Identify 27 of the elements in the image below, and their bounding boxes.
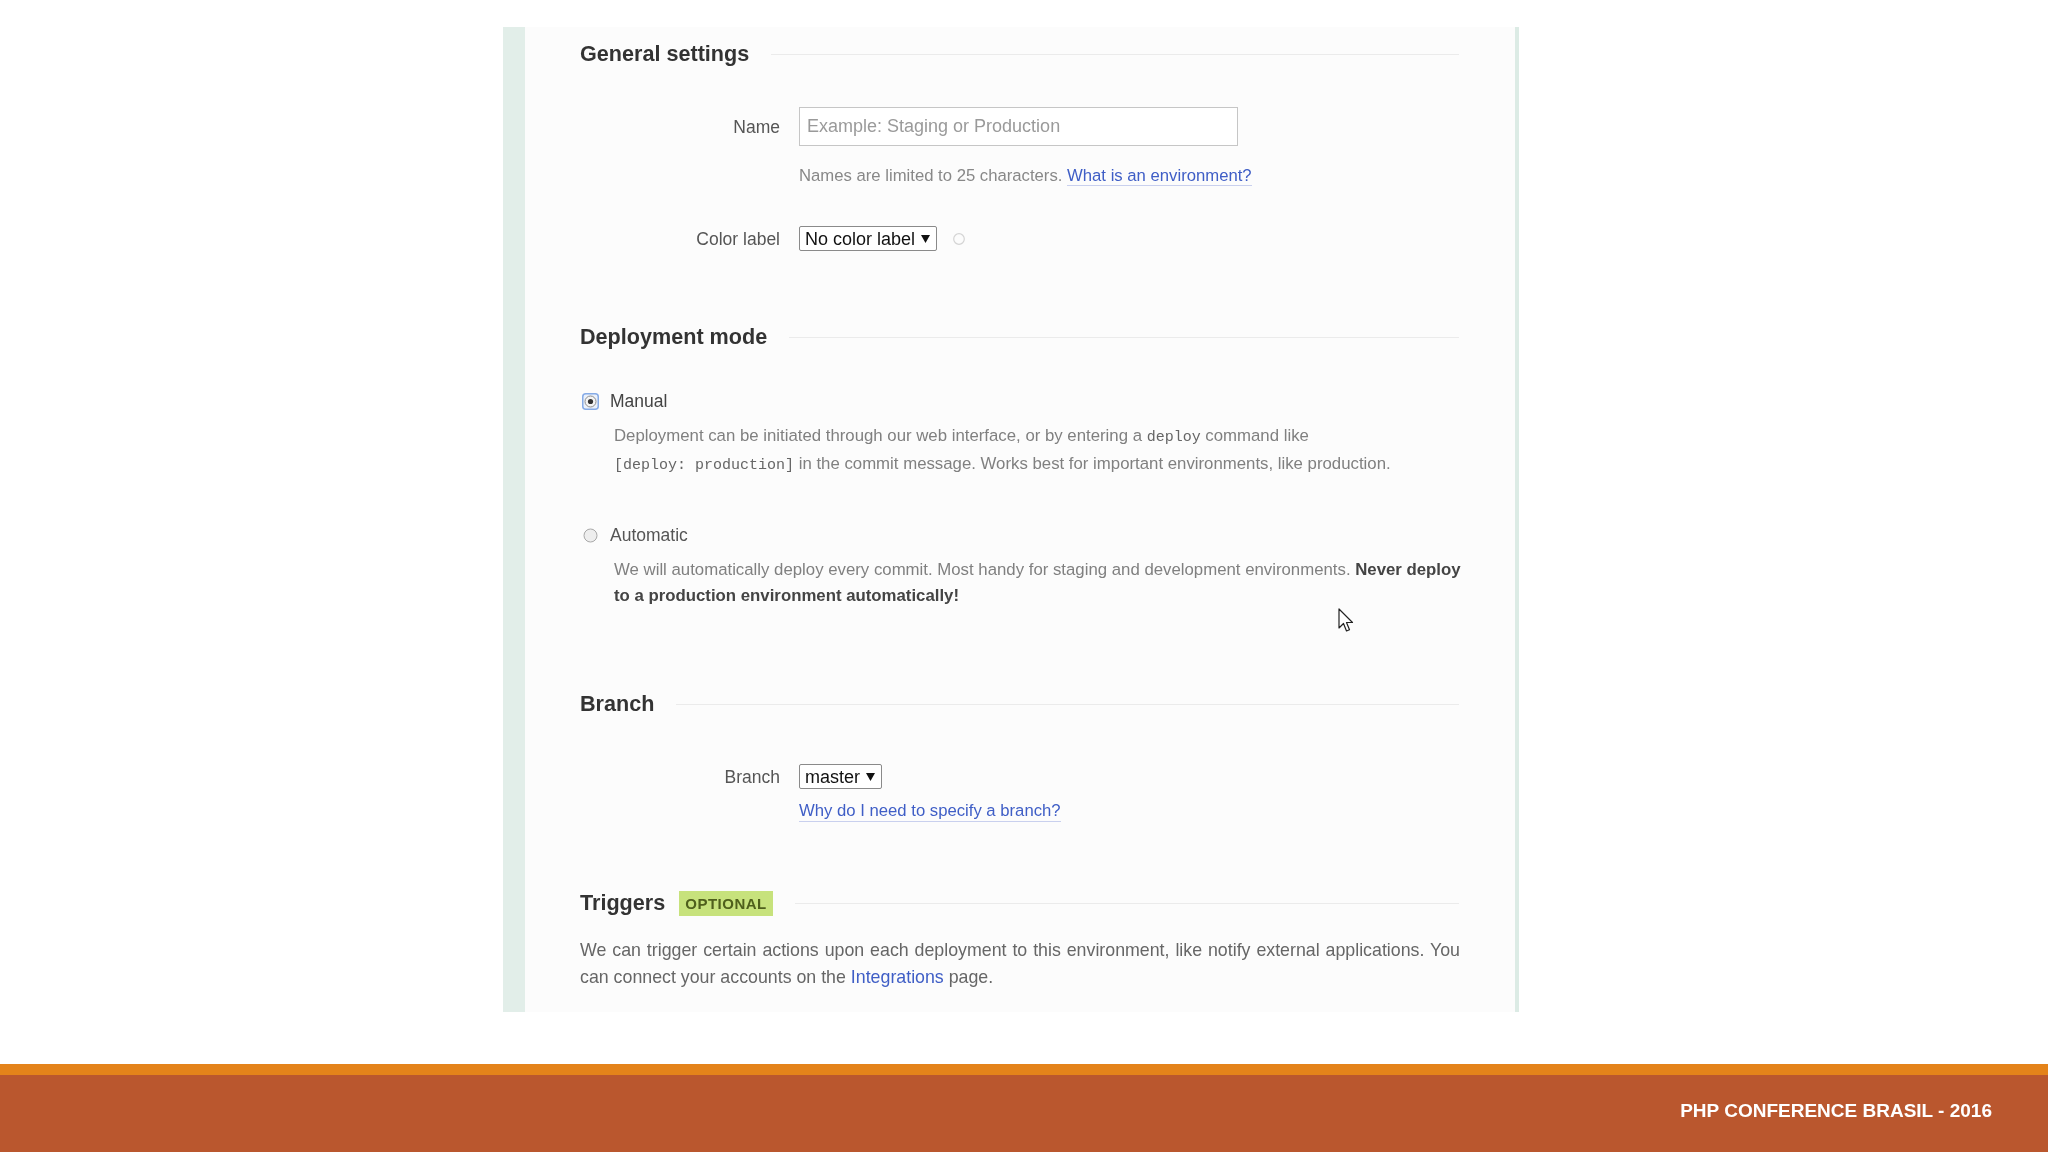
section-heading: Branch [580, 690, 655, 718]
name-input[interactable]: Example: Staging or Production [799, 107, 1238, 146]
option-description: Deployment can be initiated through our web interface, or by entering a deploy command like [deploy: production] in the commit message. Works best for important environments, like production. [614, 425, 1392, 476]
swatch-icon [953, 232, 966, 245]
help-text: Names are limited to 25 characters. What is an environment? [799, 166, 1253, 186]
help-link[interactable]: What is an environment? [1067, 166, 1252, 186]
triggers-description: We can trigger certain actions upon each deployment to this environment, like notify external applications. You can connect your accounts on the Integrations page. [580, 939, 1460, 989]
option-label[interactable]: Automatic [610, 523, 688, 547]
section-heading: General settings [580, 40, 750, 68]
optional-badge: OPTIONAL [679, 890, 773, 916]
radio-button[interactable] [582, 392, 599, 410]
radio-button[interactable] [582, 526, 599, 544]
option-label[interactable]: Manual [610, 389, 668, 413]
color-label-select[interactable]: No color label [799, 226, 938, 251]
integrations-link[interactable]: Integrations [850, 967, 944, 987]
section-heading: Triggers [580, 889, 666, 917]
option-description: We will automatically deploy every commit. Most handy for staging and development environments. Never deploy to a production environment automatically! [614, 559, 1462, 607]
mouse-pointer-icon [1338, 608, 1354, 633]
help-link[interactable]: Why do I need to specify a branch? [799, 801, 1061, 822]
field-label: Branch [723, 765, 780, 789]
caret-icon [921, 234, 931, 243]
caret-icon [866, 772, 875, 781]
field-label: Color label [695, 227, 780, 251]
section-heading: Deployment mode [580, 323, 768, 351]
footer-title: PHP CONFERENCE BRASIL - 2016 [1680, 1098, 1992, 1123]
field-label: Name [732, 115, 780, 139]
branch-select[interactable]: master [799, 764, 882, 789]
